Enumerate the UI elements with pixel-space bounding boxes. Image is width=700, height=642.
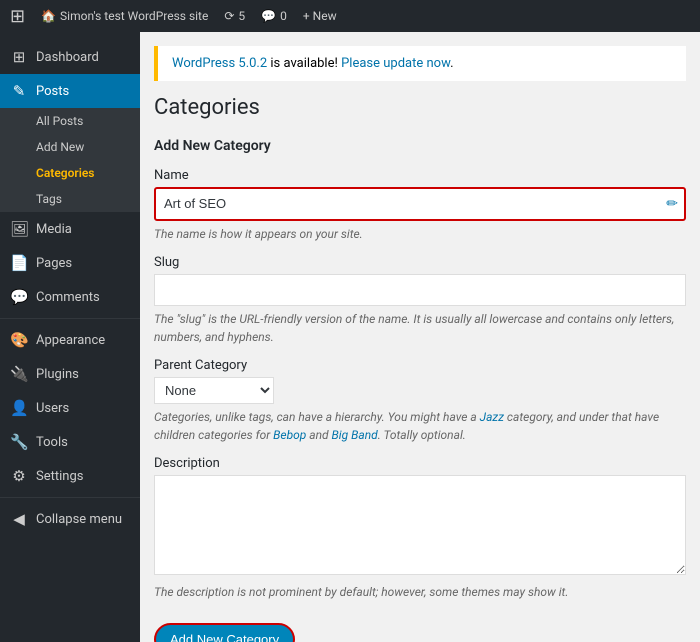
- collapse-icon: ◀: [10, 510, 28, 528]
- parent-label: Parent Category: [154, 358, 686, 373]
- pencil-icon[interactable]: ✏: [666, 196, 678, 212]
- posts-icon: ✎: [10, 82, 28, 100]
- description-field-row: Description The description is not promi…: [154, 456, 686, 601]
- house-icon: 🏠: [41, 9, 56, 23]
- parent-select[interactable]: None: [154, 377, 274, 404]
- bigband-link[interactable]: Big Band: [332, 428, 378, 442]
- sidebar-item-tools[interactable]: 🔧 Tools: [0, 425, 140, 459]
- wp-logo[interactable]: ⊞: [10, 6, 25, 27]
- content-area: WordPress 5.0.2 is available! Please upd…: [140, 32, 700, 642]
- slug-hint: The "slug" is the URL-friendly version o…: [154, 310, 686, 346]
- form-section-title: Add New Category: [154, 138, 686, 154]
- comment-icon: 💬: [261, 9, 276, 23]
- settings-icon: ⚙: [10, 467, 28, 485]
- wp-version-link[interactable]: WordPress 5.0.2: [172, 56, 267, 71]
- name-field-wrapper: ✏: [154, 187, 686, 221]
- dashboard-icon: ⊞: [10, 48, 28, 66]
- updates-link[interactable]: ⟳ 5: [224, 9, 245, 23]
- sidebar-item-plugins[interactable]: 🔌 Plugins: [0, 357, 140, 391]
- parent-hint: Categories, unlike tags, can have a hier…: [154, 408, 686, 444]
- comments-link[interactable]: 💬 0: [261, 9, 287, 23]
- name-field-row: Name ✏ The name is how it appears on you…: [154, 168, 686, 243]
- sidebar-item-categories[interactable]: Categories: [0, 160, 140, 186]
- sidebar-item-posts[interactable]: ✎ Posts: [0, 74, 140, 108]
- sidebar-divider-2: [0, 497, 140, 498]
- users-icon: 👤: [10, 399, 28, 417]
- sidebar-item-appearance[interactable]: 🎨 Appearance: [0, 323, 140, 357]
- page-content: Categories Add New Category Name ✏ The n…: [140, 81, 700, 642]
- description-textarea[interactable]: [154, 475, 686, 575]
- sidebar-item-dashboard[interactable]: ⊞ Dashboard: [0, 40, 140, 74]
- sidebar-item-collapse[interactable]: ◀ Collapse menu: [0, 502, 140, 536]
- sidebar: ⊞ Dashboard ✎ Posts All Posts Add New Ca…: [0, 32, 140, 642]
- add-new-category-button[interactable]: Add New Category: [154, 623, 295, 642]
- description-hint: The description is not prominent by defa…: [154, 583, 686, 601]
- sidebar-item-add-new[interactable]: Add New: [0, 134, 140, 160]
- tools-icon: 🔧: [10, 433, 28, 451]
- name-input[interactable]: [154, 187, 686, 221]
- new-content-link[interactable]: + New: [303, 9, 337, 23]
- sidebar-item-pages[interactable]: 📄 Pages: [0, 246, 140, 280]
- media-icon: 🖼: [10, 220, 28, 238]
- main-layout: ⊞ Dashboard ✎ Posts All Posts Add New Ca…: [0, 32, 700, 642]
- jazz-link[interactable]: Jazz: [480, 410, 504, 424]
- plugins-icon: 🔌: [10, 365, 28, 383]
- sidebar-item-users[interactable]: 👤 Users: [0, 391, 140, 425]
- update-link[interactable]: Please update now: [341, 56, 450, 71]
- comments-icon: 💬: [10, 288, 28, 306]
- posts-submenu: All Posts Add New Categories Tags: [0, 108, 140, 212]
- sidebar-item-comments[interactable]: 💬 Comments: [0, 280, 140, 314]
- slug-input[interactable]: [154, 274, 686, 306]
- admin-bar: ⊞ 🏠 Simon's test WordPress site ⟳ 5 💬 0 …: [0, 0, 700, 32]
- sidebar-item-all-posts[interactable]: All Posts: [0, 108, 140, 134]
- appearance-icon: 🎨: [10, 331, 28, 349]
- pages-icon: 📄: [10, 254, 28, 272]
- sidebar-divider-1: [0, 318, 140, 319]
- page-title: Categories: [154, 95, 686, 120]
- update-notice: WordPress 5.0.2 is available! Please upd…: [154, 46, 686, 81]
- slug-label: Slug: [154, 255, 686, 270]
- sidebar-item-settings[interactable]: ⚙ Settings: [0, 459, 140, 493]
- slug-field-row: Slug The "slug" is the URL-friendly vers…: [154, 255, 686, 346]
- sidebar-item-tags[interactable]: Tags: [0, 186, 140, 212]
- bebop-link[interactable]: Bebop: [273, 428, 306, 442]
- name-hint: The name is how it appears on your site.: [154, 225, 686, 243]
- name-label: Name: [154, 168, 686, 183]
- site-name-link[interactable]: 🏠 Simon's test WordPress site: [41, 9, 208, 23]
- description-label: Description: [154, 456, 686, 471]
- parent-category-row: Parent Category None Categories, unlike …: [154, 358, 686, 444]
- updates-icon: ⟳: [224, 9, 234, 23]
- sidebar-item-media[interactable]: 🖼 Media: [0, 212, 140, 246]
